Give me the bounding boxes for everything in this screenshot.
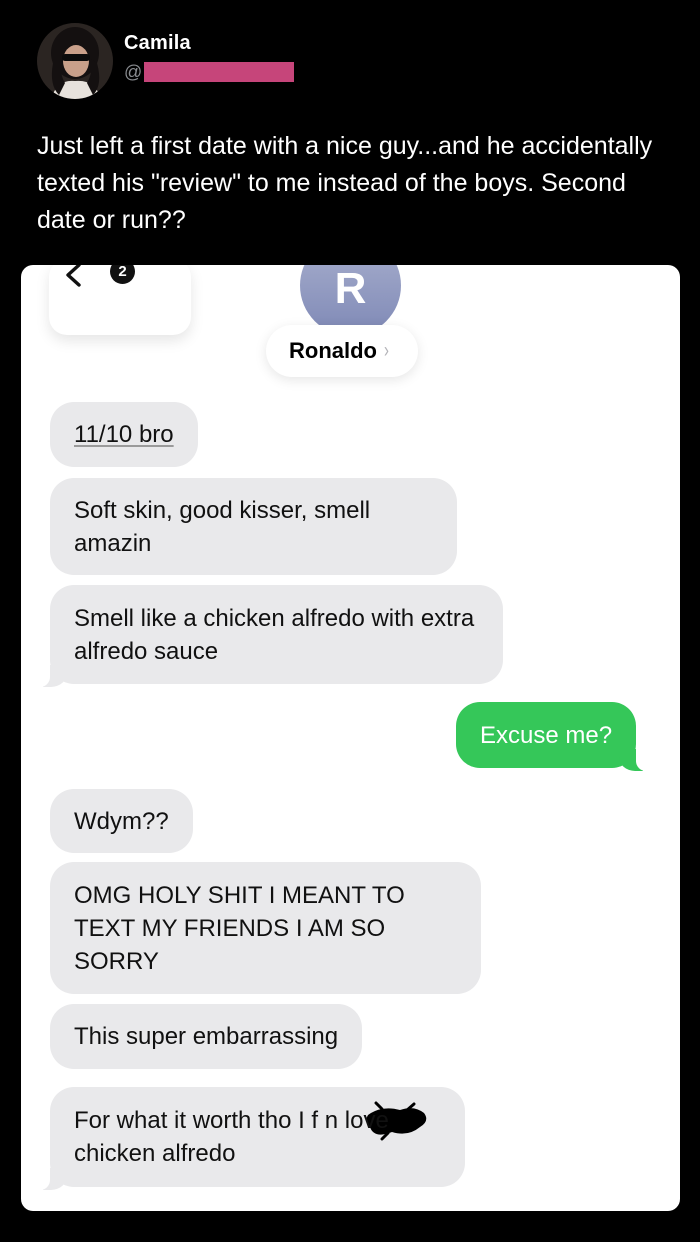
message-text: This super embarrassing <box>74 1023 339 1050</box>
message-text: Soft skin, good kisser, smell amazin <box>74 496 371 557</box>
message-text: Smell like a chicken alfredo with extra … <box>74 604 475 665</box>
chevron-right-icon: › <box>384 339 389 362</box>
message-text: 11/10 bro <box>74 421 174 448</box>
message-bubble[interactable]: OMG HOLY SHIT I MEANT TO TEXT MY FRIENDS… <box>50 862 481 994</box>
tweet-screenshot: Camila @ Just left a first date with a n… <box>0 0 700 1242</box>
message-bubble-outgoing[interactable]: Excuse me? <box>456 702 651 771</box>
message-text: OMG HOLY SHIT I MEANT TO TEXT MY FRIENDS… <box>74 881 405 975</box>
tweet-text: Just left a first date with a nice guy..… <box>37 132 653 234</box>
contact-name: Ronaldo <box>289 338 377 363</box>
message-text: For what it worth tho I f n love chicken… <box>74 1107 389 1167</box>
message-bubble[interactable]: 11/10 bro <box>50 402 198 467</box>
embedded-screenshot[interactable]: 2 R Ronaldo › 11/10 bro Soft skin, good … <box>21 265 680 1211</box>
contact-name-button[interactable]: Ronaldo › <box>266 325 418 377</box>
message-bubble[interactable]: Smell like a chicken alfredo with extra … <box>36 585 503 687</box>
message-text: Wdym?? <box>74 807 169 835</box>
handle-prefix: @ <box>124 61 143 82</box>
user-handle[interactable]: @ <box>124 61 295 83</box>
message-bubble[interactable]: Soft skin, good kisser, smell amazin <box>50 478 457 575</box>
handle-redaction <box>144 62 295 82</box>
display-name[interactable]: Camila <box>124 32 191 55</box>
message-bubble[interactable]: Wdym?? <box>50 789 193 853</box>
message-bubble[interactable]: This super embarrassing <box>50 1004 363 1069</box>
chevron-left-icon <box>66 265 81 287</box>
message-text: Excuse me? <box>480 721 613 749</box>
user-avatar[interactable] <box>37 23 113 99</box>
